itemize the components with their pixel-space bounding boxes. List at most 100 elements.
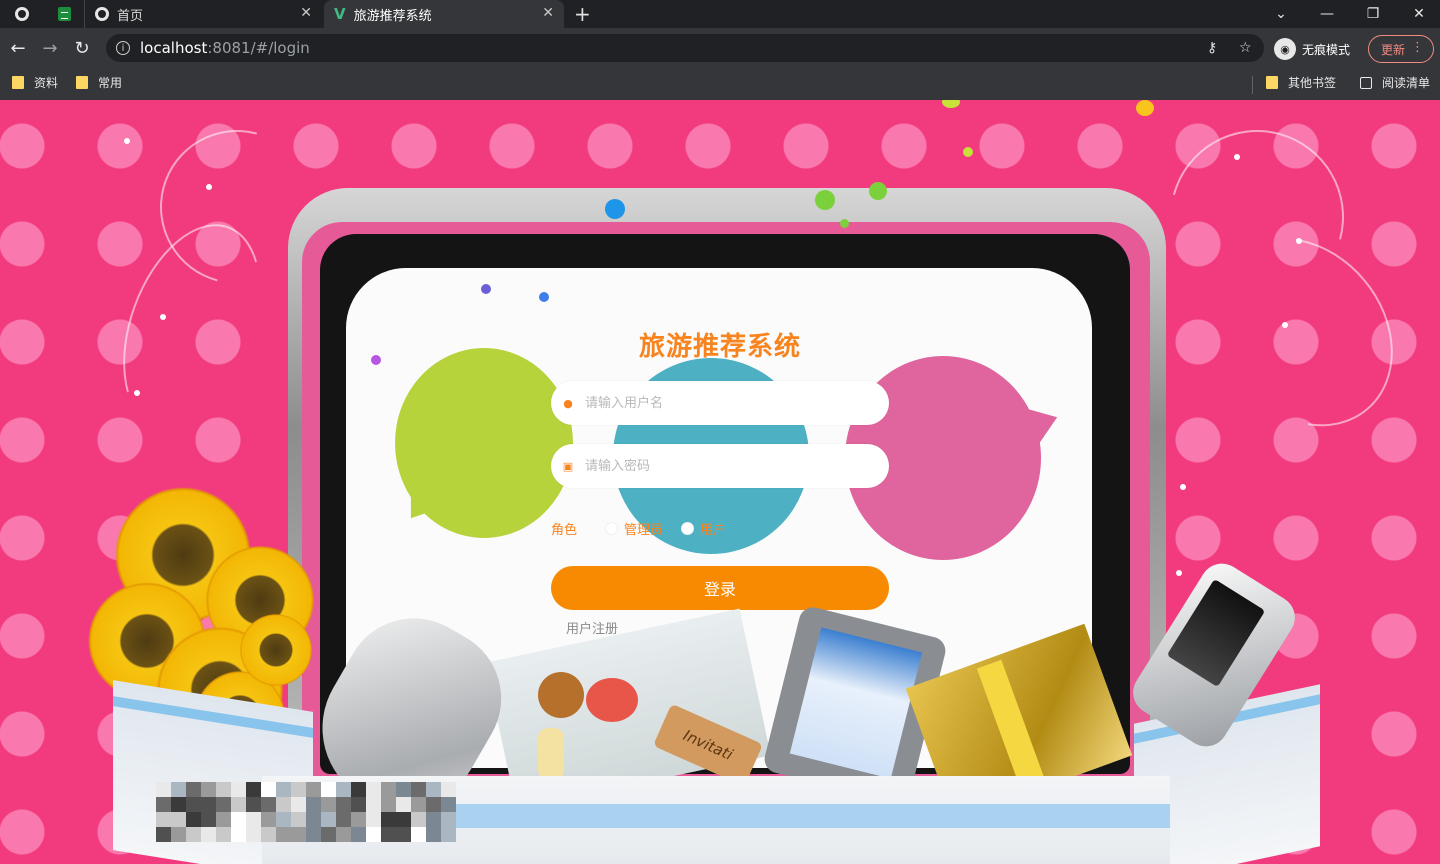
mosaic-pixel — [291, 827, 306, 842]
confetti-dot — [840, 219, 849, 228]
radio-user[interactable] — [681, 521, 695, 535]
vue-logo-icon: V — [334, 5, 346, 23]
role-option-admin[interactable]: 管理员 — [624, 519, 663, 538]
username-field[interactable]: ● — [551, 381, 889, 425]
usb-stick-image — [538, 728, 564, 780]
mosaic-pixel — [411, 797, 426, 812]
close-window-button[interactable]: ✕ — [1396, 0, 1440, 28]
tab-home[interactable]: 首页 ✕ — [84, 0, 322, 28]
mosaic-pixel — [381, 797, 396, 812]
mosaic-pixel — [351, 827, 366, 842]
tab-title: 首页 — [117, 8, 144, 24]
login-button[interactable]: 登录 — [551, 566, 889, 610]
tab-search-button[interactable]: ⌄ — [1258, 0, 1304, 28]
bookmark-folder-changyong[interactable]: 常用 — [76, 74, 122, 91]
mosaic-pixel — [246, 827, 261, 842]
radio-admin[interactable] — [605, 521, 619, 535]
username-input[interactable] — [583, 394, 877, 412]
register-link[interactable]: 用户注册 — [566, 618, 618, 637]
password-input[interactable] — [583, 457, 877, 475]
mosaic-pixel — [246, 797, 261, 812]
mosaic-pixel — [336, 812, 351, 827]
key-icon[interactable]: ⚷ — [1207, 40, 1217, 56]
mosaic-pixel — [201, 812, 216, 827]
confetti-dot — [481, 284, 491, 294]
sparkle — [206, 184, 212, 190]
confetti-dot — [371, 355, 381, 365]
mosaic-pixel — [321, 782, 336, 797]
mosaic-pixel — [186, 797, 201, 812]
bookmark-other[interactable]: 其他书签 — [1266, 74, 1336, 91]
restore-button[interactable]: ❐ — [1350, 0, 1396, 28]
mosaic-pixel — [396, 827, 411, 842]
user-icon: ● — [563, 396, 573, 410]
sparkle — [134, 390, 140, 396]
gingerbread-cookie-image — [538, 672, 584, 718]
mosaic-pixel — [186, 812, 201, 827]
address-bar[interactable]: i localhost:8081/#/login — [106, 34, 1264, 62]
mosaic-pixel — [411, 782, 426, 797]
mosaic-pixel — [336, 782, 351, 797]
reload-button[interactable]: ↻ — [70, 36, 94, 60]
mosaic-pixel — [396, 812, 411, 827]
mosaic-pixel — [306, 812, 321, 827]
mosaic-pixel — [381, 812, 396, 827]
url-text: localhost:8081/#/login — [140, 39, 310, 57]
role-selector: 角色 管理员 用户 — [551, 518, 726, 538]
mosaic-pixel — [201, 827, 216, 842]
mosaic-pixel — [426, 797, 441, 812]
mosaic-pixel — [171, 797, 186, 812]
mosaic-pixel — [441, 782, 456, 797]
mosaic-pixel — [231, 782, 246, 797]
confetti-dot — [539, 292, 549, 302]
mosaic-pixel — [231, 797, 246, 812]
pinned-tab-2[interactable] — [46, 0, 82, 28]
close-icon[interactable]: ✕ — [542, 5, 554, 21]
confetti-dot — [605, 199, 625, 219]
sparkle — [124, 138, 130, 144]
minimize-button[interactable]: — — [1304, 0, 1350, 28]
mosaic-pixel — [276, 812, 291, 827]
more-menu-icon[interactable]: ⋮ — [1411, 40, 1424, 55]
mosaic-pixel — [291, 797, 306, 812]
pinned-tab-1[interactable] — [0, 0, 44, 28]
mosaic-pixel — [321, 812, 336, 827]
update-button[interactable]: 更新 ⋮ — [1368, 35, 1434, 63]
forward-button[interactable]: → — [38, 36, 62, 60]
mosaic-pixel — [156, 782, 171, 797]
mosaic-pixel — [216, 782, 231, 797]
mosaic-pixel — [186, 827, 201, 842]
mosaic-pixel — [396, 797, 411, 812]
back-button[interactable]: ← — [6, 36, 30, 60]
spreadsheet-icon — [57, 7, 71, 21]
role-option-user[interactable]: 用户 — [700, 519, 726, 538]
mosaic-pixel — [171, 827, 186, 842]
password-field[interactable]: ▣ — [551, 444, 889, 488]
incognito-indicator[interactable]: ◉ 无痕模式 — [1274, 37, 1350, 61]
mosaic-pixel — [201, 797, 216, 812]
tab-travel-system[interactable]: V 旅游推荐系统 ✕ — [324, 0, 564, 28]
mosaic-pixel — [246, 782, 261, 797]
bookmark-folder-ziliao[interactable]: 资料 — [12, 74, 58, 91]
close-icon[interactable]: ✕ — [300, 5, 312, 21]
mosaic-pixel — [366, 827, 381, 842]
role-label: 角色 — [551, 522, 578, 538]
tab-title: 旅游推荐系统 — [353, 8, 432, 24]
mosaic-pixel — [336, 827, 351, 842]
star-icon[interactable]: ☆ — [1239, 40, 1252, 56]
confetti-dot — [869, 182, 887, 200]
mosaic-pixel — [276, 782, 291, 797]
reading-list[interactable]: 阅读清单 — [1360, 74, 1430, 91]
mosaic-pixel — [321, 827, 336, 842]
new-tab-button[interactable]: + — [574, 2, 591, 26]
mosaic-pixel — [426, 782, 441, 797]
info-icon[interactable]: i — [116, 41, 130, 55]
globe-icon — [95, 7, 109, 21]
mosaic-pixel — [276, 797, 291, 812]
mosaic-pixel — [171, 812, 186, 827]
mosaic-pixel — [321, 797, 336, 812]
mosaic-pixel — [426, 827, 441, 842]
confetti-dot — [815, 190, 835, 210]
sparkle — [1234, 154, 1240, 160]
mosaic-pixel — [276, 827, 291, 842]
